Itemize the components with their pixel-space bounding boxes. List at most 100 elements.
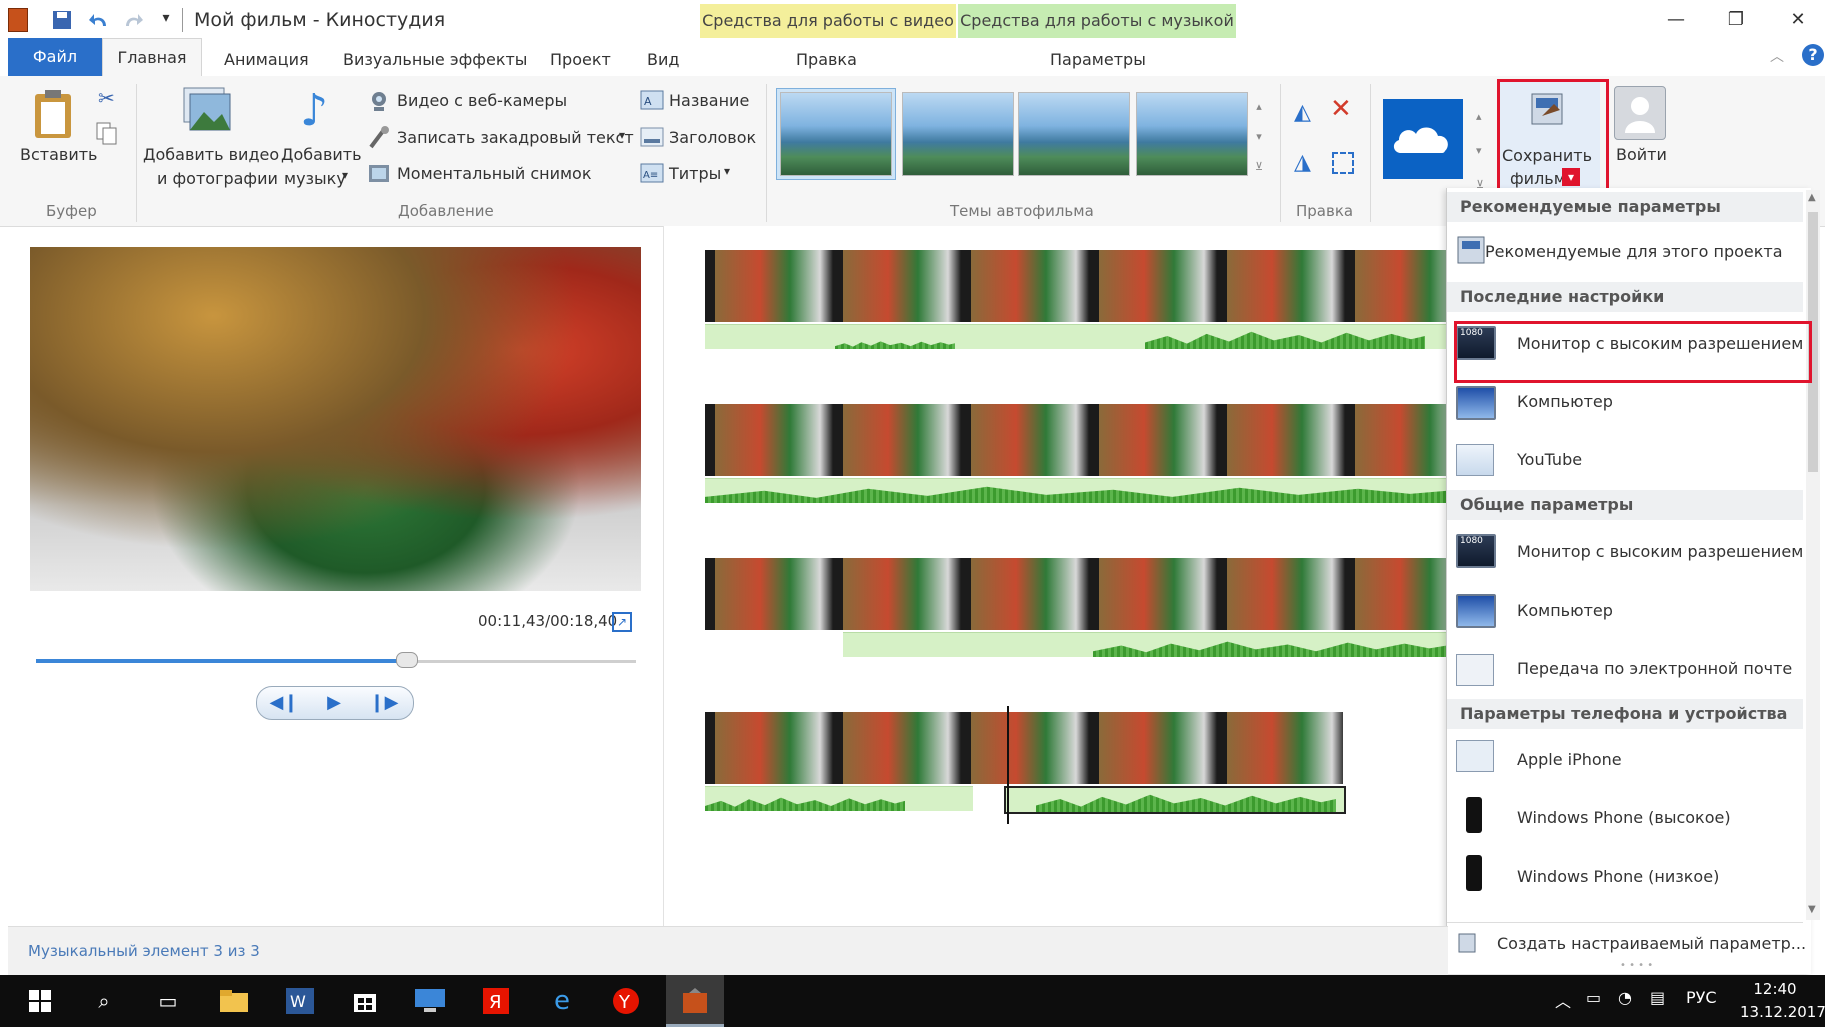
tab-edit[interactable]: Правка: [796, 44, 857, 76]
scroll-down-icon[interactable]: ▼: [1808, 904, 1816, 915]
word-icon[interactable]: W: [282, 985, 318, 1017]
theme-contemporary[interactable]: [902, 92, 1014, 176]
fullscreen-icon[interactable]: ↗: [612, 612, 632, 632]
menu-item-common-email[interactable]: Передача по электронной почте: [1517, 659, 1792, 678]
windows-start-icon[interactable]: [22, 985, 58, 1017]
network-icon[interactable]: ◔: [1618, 988, 1632, 1007]
store-icon[interactable]: [347, 985, 383, 1017]
paste-button[interactable]: Вставить: [20, 145, 97, 164]
tab-visual-effects[interactable]: Визуальные эффекты: [343, 44, 527, 76]
menu-item-apple-iphone[interactable]: Apple iPhone: [1517, 750, 1622, 769]
menu-item-common-computer[interactable]: Компьютер: [1517, 601, 1613, 620]
add-video-button-line2[interactable]: и фотографии: [157, 169, 278, 188]
title-button[interactable]: Название: [669, 91, 749, 110]
chevron-down-icon[interactable]: ▾: [619, 128, 625, 142]
video-clip-2[interactable]: [705, 404, 1448, 476]
share-scroll-icon[interactable]: ▴ ▾ ⊻: [1476, 100, 1484, 202]
add-video-icon[interactable]: [182, 86, 232, 136]
tab-options[interactable]: Параметры: [1050, 44, 1146, 76]
video-preview[interactable]: [30, 247, 641, 591]
narration-button[interactable]: Записать закадровый текст: [397, 128, 634, 147]
previous-frame-icon[interactable]: ◀❙: [264, 690, 304, 716]
video-clip-1[interactable]: [705, 250, 1448, 322]
undo-icon[interactable]: [88, 10, 108, 30]
menu-item-create-custom[interactable]: Создать настраиваемый параметр...: [1497, 934, 1806, 953]
edge-icon[interactable]: e: [544, 985, 580, 1017]
tray-chevron-icon[interactable]: ︿: [1555, 988, 1571, 1012]
help-icon[interactable]: ?: [1802, 44, 1824, 66]
restore-icon[interactable]: ❐: [1716, 8, 1756, 32]
scroll-up-icon[interactable]: ▲: [1808, 192, 1816, 203]
yandex-browser-icon[interactable]: Y: [608, 985, 644, 1017]
chevron-down-icon[interactable]: ▾: [724, 164, 730, 178]
redo-icon[interactable]: [122, 10, 143, 30]
theme-scroll-icon[interactable]: ▴ ▾ ⊻: [1252, 92, 1266, 182]
yandex-icon[interactable]: Я: [478, 985, 514, 1017]
menu-item-recommended[interactable]: Рекомендуемые для этого проекта: [1485, 242, 1783, 261]
save-icon[interactable]: [52, 10, 72, 30]
language-indicator[interactable]: РУС: [1686, 988, 1717, 1007]
tab-view[interactable]: Вид: [647, 44, 679, 76]
copy-icon[interactable]: [96, 122, 118, 146]
menu-item-recent-youtube[interactable]: YouTube: [1517, 450, 1582, 469]
credits-button[interactable]: Титры: [669, 164, 721, 183]
seek-thumb[interactable]: [396, 652, 418, 668]
chevron-down-icon[interactable]: ▾: [342, 168, 348, 182]
cut-icon[interactable]: ✂: [98, 86, 115, 110]
close-icon[interactable]: ✕: [1778, 8, 1818, 32]
playhead[interactable]: [1007, 706, 1009, 824]
tab-home[interactable]: Главная: [102, 38, 202, 76]
music-note-icon[interactable]: ♪: [300, 84, 340, 138]
add-music-button-line2[interactable]: музыку: [284, 169, 346, 188]
notifications-icon[interactable]: ▤: [1650, 988, 1665, 1007]
seek-progress: [36, 659, 406, 663]
video-clip-4[interactable]: [705, 712, 1343, 784]
onedrive-icon[interactable]: [1383, 99, 1463, 179]
theme-fade[interactable]: [1018, 92, 1130, 176]
remove-icon[interactable]: ✕: [1330, 96, 1356, 122]
webcam-button[interactable]: Видео с веб-камеры: [397, 91, 567, 110]
sign-in-button[interactable]: Войти: [1616, 145, 1667, 164]
rotate-right-icon[interactable]: ◮: [1294, 150, 1320, 176]
paste-icon[interactable]: [32, 88, 74, 140]
audio-clip-1[interactable]: [705, 324, 1447, 349]
search-icon[interactable]: ⌕: [86, 985, 122, 1017]
minimize-icon[interactable]: —: [1656, 8, 1696, 32]
menu-section-common: Общие параметры: [1460, 495, 1634, 514]
taskbar: [0, 975, 1825, 1027]
menu-item-windows-phone-low[interactable]: Windows Phone (низкое): [1517, 867, 1719, 886]
customize-icon[interactable]: ▾: [156, 10, 176, 30]
menu-item-recent-computer[interactable]: Компьютер: [1517, 392, 1613, 411]
audio-clip-5-selected[interactable]: [1004, 786, 1346, 814]
task-view-icon[interactable]: ▭: [150, 985, 186, 1017]
audio-clip-4[interactable]: [705, 786, 973, 811]
tab-project[interactable]: Проект: [550, 44, 611, 76]
clock-time[interactable]: 12:40: [1740, 980, 1810, 998]
select-all-icon[interactable]: [1332, 152, 1354, 174]
snapshot-button[interactable]: Моментальный снимок: [397, 164, 592, 183]
tab-animation[interactable]: Анимация: [224, 44, 309, 76]
battery-icon[interactable]: ▭: [1586, 988, 1601, 1007]
theme-pan-zoom[interactable]: [1136, 92, 1248, 176]
clock-date[interactable]: 13.12.2017: [1740, 1003, 1825, 1021]
add-video-button-line1[interactable]: Добавить видео: [143, 145, 279, 164]
menu-item-windows-phone-high[interactable]: Windows Phone (высокое): [1517, 808, 1731, 827]
menu-item-common-hd-monitor[interactable]: Монитор с высоким разрешением: [1517, 542, 1803, 561]
rotate-left-icon[interactable]: ◭: [1294, 100, 1320, 126]
caption-button[interactable]: Заголовок: [669, 128, 756, 147]
folder-icon[interactable]: [216, 985, 252, 1017]
audio-clip-3[interactable]: [843, 632, 1447, 657]
tab-file[interactable]: Файл: [8, 38, 102, 76]
resize-grip[interactable]: • • • •: [1620, 960, 1653, 971]
app-icon[interactable]: [8, 8, 28, 32]
group-separator: [1370, 84, 1371, 222]
audio-clip-2[interactable]: [705, 478, 1447, 503]
computer-icon[interactable]: [412, 985, 448, 1017]
next-frame-icon[interactable]: ❙▶: [364, 690, 404, 716]
theme-default[interactable]: [780, 92, 892, 176]
video-clip-3[interactable]: [705, 558, 1448, 630]
play-icon[interactable]: ▶: [314, 690, 354, 716]
add-music-button-line1[interactable]: Добавить: [281, 145, 362, 164]
collapse-ribbon-icon[interactable]: ︿: [1770, 46, 1784, 66]
user-icon[interactable]: [1614, 86, 1666, 140]
